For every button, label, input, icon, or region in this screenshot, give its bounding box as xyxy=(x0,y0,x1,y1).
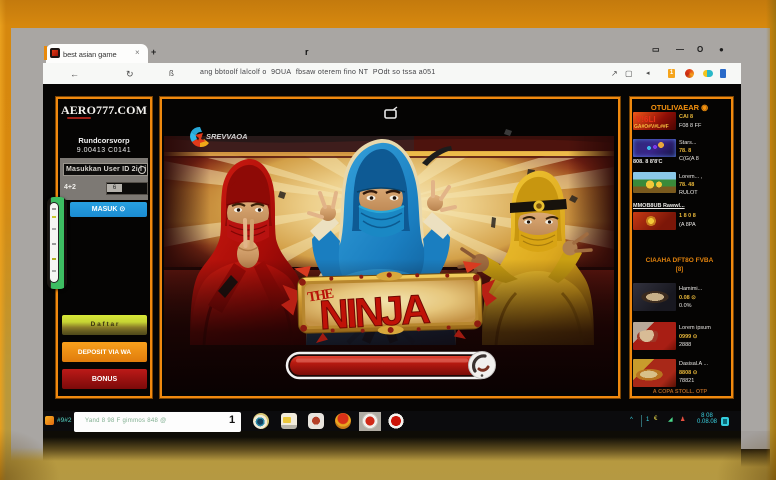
svg-text:NINJA: NINJA xyxy=(318,286,431,339)
svg-text:SREVVAOA: SREVVAOA xyxy=(206,132,248,141)
